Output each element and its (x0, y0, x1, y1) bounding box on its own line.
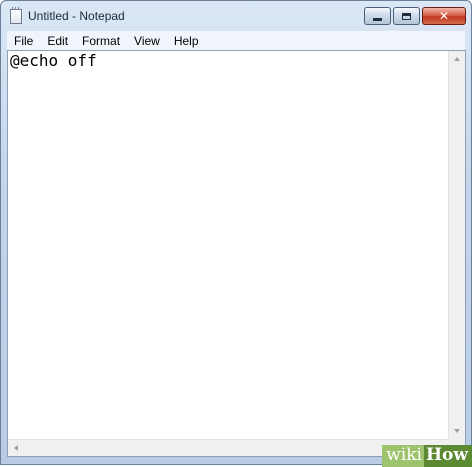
scroll-down-icon[interactable] (454, 429, 460, 433)
watermark-wiki: wiki (382, 445, 424, 467)
scroll-up-icon[interactable] (454, 57, 460, 61)
title-bar[interactable]: Untitled - Notepad ✕ (1, 1, 471, 31)
menu-format[interactable]: Format (75, 34, 127, 48)
maximize-button[interactable] (393, 7, 420, 25)
notepad-window: Untitled - Notepad ✕ File Edit Format Vi… (0, 0, 472, 465)
watermark-how: How (423, 445, 472, 467)
menu-view[interactable]: View (127, 34, 167, 48)
window-controls: ✕ (364, 7, 466, 25)
text-editor[interactable]: @echo off (7, 50, 466, 457)
menu-edit[interactable]: Edit (40, 34, 75, 48)
window-title: Untitled - Notepad (28, 9, 125, 23)
menu-bar: File Edit Format View Help (7, 31, 465, 51)
close-button[interactable]: ✕ (422, 7, 466, 25)
notepad-icon[interactable] (10, 6, 22, 24)
maximize-icon (402, 12, 411, 20)
close-icon: ✕ (438, 9, 450, 23)
wikihow-watermark: wiki How (382, 445, 472, 467)
editor-text[interactable]: @echo off (10, 52, 447, 439)
menu-file[interactable]: File (7, 34, 40, 48)
scroll-left-icon[interactable] (14, 445, 18, 451)
minimize-icon (373, 17, 382, 21)
minimize-button[interactable] (364, 7, 391, 25)
vertical-scrollbar[interactable] (448, 51, 465, 439)
menu-help[interactable]: Help (167, 34, 206, 48)
